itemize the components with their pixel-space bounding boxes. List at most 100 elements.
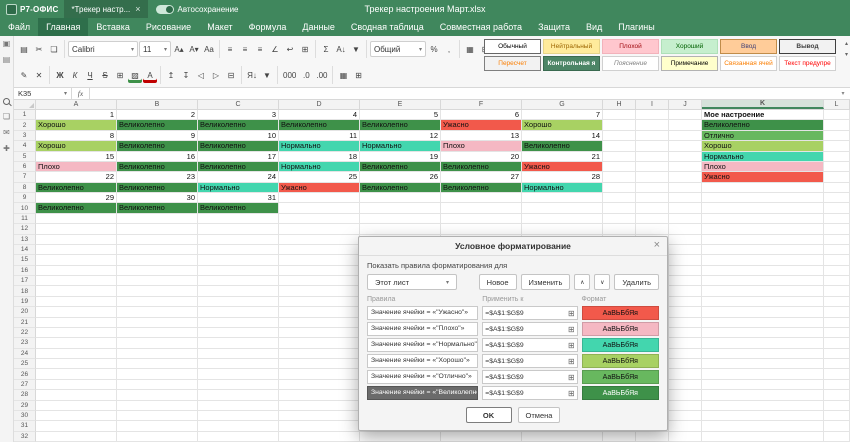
cell-J1[interactable]	[669, 110, 702, 120]
conditional-formatting-icon[interactable]: ▦	[463, 41, 477, 57]
comments-icon[interactable]: ❏	[3, 113, 10, 121]
cell-style-2-1[interactable]: Контрольная я	[543, 56, 600, 71]
cell-J8[interactable]	[669, 183, 702, 193]
cell-L17[interactable]	[824, 276, 850, 286]
cell-H8[interactable]	[603, 183, 636, 193]
cell-B17[interactable]	[117, 276, 198, 286]
cell-F7[interactable]: 27	[441, 172, 522, 182]
row-header-16[interactable]: 16	[14, 266, 36, 276]
cell-H11[interactable]	[603, 214, 636, 224]
cell-C31[interactable]	[198, 421, 279, 431]
cell-B28[interactable]	[117, 390, 198, 400]
column-header-J[interactable]: J	[669, 100, 702, 109]
cell-H4[interactable]	[603, 141, 636, 151]
cell-K6[interactable]: Плохо	[702, 162, 824, 172]
cell-A7[interactable]: 22	[36, 172, 117, 182]
cell-L3[interactable]	[824, 131, 850, 141]
decrease-font-icon[interactable]: A▾	[187, 41, 201, 57]
cell-J22[interactable]	[669, 328, 702, 338]
cell-L28[interactable]	[824, 390, 850, 400]
row-header-17[interactable]: 17	[14, 276, 36, 286]
column-header-B[interactable]: B	[117, 100, 198, 109]
scope-select[interactable]: Этот лист ▾	[367, 274, 457, 290]
cell-J26[interactable]	[669, 369, 702, 379]
cell-L20[interactable]	[824, 307, 850, 317]
cell-A18[interactable]	[36, 286, 117, 296]
cell-A24[interactable]	[36, 349, 117, 359]
cell-F6[interactable]: Великолепно	[441, 162, 522, 172]
row-header-5[interactable]: 5	[14, 152, 36, 162]
rule-row-1[interactable]: Значение ячейки = «"Плохо"»=$A$1:$G$9⊞Аа…	[367, 322, 659, 336]
menu-tab-4[interactable]: Макет	[199, 18, 240, 36]
cell-D12[interactable]	[279, 224, 360, 234]
row-header-30[interactable]: 30	[14, 411, 36, 421]
cell-I3[interactable]	[636, 131, 669, 141]
cell-C25[interactable]	[198, 359, 279, 369]
column-header-C[interactable]: C	[198, 100, 279, 109]
cell-D9[interactable]	[279, 193, 360, 203]
cell-K8[interactable]	[702, 183, 824, 193]
cancel-button[interactable]: Отмена	[518, 407, 561, 423]
menu-tab-10[interactable]: Вид	[578, 18, 610, 36]
cell-D15[interactable]	[279, 255, 360, 265]
cell-L6[interactable]	[824, 162, 850, 172]
cell-K22[interactable]	[702, 328, 824, 338]
row-header-8[interactable]: 8	[14, 183, 36, 193]
cell-B24[interactable]	[117, 349, 198, 359]
row-header-22[interactable]: 22	[14, 328, 36, 338]
cell-C13[interactable]	[198, 235, 279, 245]
cell-L25[interactable]	[824, 359, 850, 369]
cell-L13[interactable]	[824, 235, 850, 245]
menu-tab-1[interactable]: Главная	[38, 18, 88, 36]
cell-L9[interactable]	[824, 193, 850, 203]
cell-J15[interactable]	[669, 255, 702, 265]
menu-tab-8[interactable]: Совместная работа	[432, 18, 530, 36]
row-header-25[interactable]: 25	[14, 359, 36, 369]
cell-G2[interactable]: Хорошо	[522, 120, 603, 130]
row-header-15[interactable]: 15	[14, 255, 36, 265]
cell-C32[interactable]	[198, 432, 279, 442]
sort-ascending-icon[interactable]: А↓	[334, 41, 348, 57]
rule-row-0[interactable]: Значение ячейки = «"Ужасно"»=$A$1:$G$9⊞А…	[367, 306, 659, 320]
increase-indent-icon[interactable]: ▷	[209, 67, 223, 83]
cell-K4[interactable]: Хорошо	[702, 141, 824, 151]
cell-E5[interactable]: 19	[360, 152, 441, 162]
cell-F9[interactable]	[441, 193, 522, 203]
column-header-G[interactable]: G	[522, 100, 603, 109]
select-range-icon[interactable]: ⊞	[568, 309, 575, 318]
cell-L23[interactable]	[824, 338, 850, 348]
row-header-31[interactable]: 31	[14, 421, 36, 431]
filter-icon[interactable]: ▼	[349, 41, 363, 57]
cell-A31[interactable]	[36, 421, 117, 431]
cell-C4[interactable]: Великолепно	[198, 141, 279, 151]
cell-A1[interactable]: 1	[36, 110, 117, 120]
cell-H1[interactable]	[603, 110, 636, 120]
bold-button[interactable]: Ж	[53, 67, 67, 83]
row-header-23[interactable]: 23	[14, 338, 36, 348]
cell-G9[interactable]	[522, 193, 603, 203]
row-header-13[interactable]: 13	[14, 235, 36, 245]
cell-C21[interactable]	[198, 318, 279, 328]
cell-K7[interactable]: Ужасно	[702, 172, 824, 182]
styles-gallery-up-icon[interactable]: ▴	[845, 40, 848, 47]
cell-I9[interactable]	[636, 193, 669, 203]
new-rule-button[interactable]: Новое	[479, 274, 517, 290]
cell-L27[interactable]	[824, 380, 850, 390]
cell-A26[interactable]	[36, 369, 117, 379]
cell-D5[interactable]: 18	[279, 152, 360, 162]
cell-E3[interactable]: 12	[360, 131, 441, 141]
ok-button[interactable]: OK	[466, 407, 512, 423]
rule-range-input[interactable]: =$A$1:$G$9⊞	[482, 370, 577, 384]
move-rule-up-button[interactable]: ∧	[574, 274, 590, 290]
row-header-11[interactable]: 11	[14, 214, 36, 224]
merge-across-icon[interactable]: ⊟	[224, 67, 238, 83]
number-format-select[interactable]: Общий▾	[370, 41, 426, 57]
cell-J7[interactable]	[669, 172, 702, 182]
cell-B30[interactable]	[117, 411, 198, 421]
cell-C17[interactable]	[198, 276, 279, 286]
search-icon[interactable]	[3, 98, 10, 105]
rule-range-input[interactable]: =$A$1:$G$9⊞	[482, 386, 577, 400]
save-icon[interactable]: ▣	[3, 40, 11, 48]
cell-F11[interactable]	[441, 214, 522, 224]
cell-F1[interactable]: 6	[441, 110, 522, 120]
